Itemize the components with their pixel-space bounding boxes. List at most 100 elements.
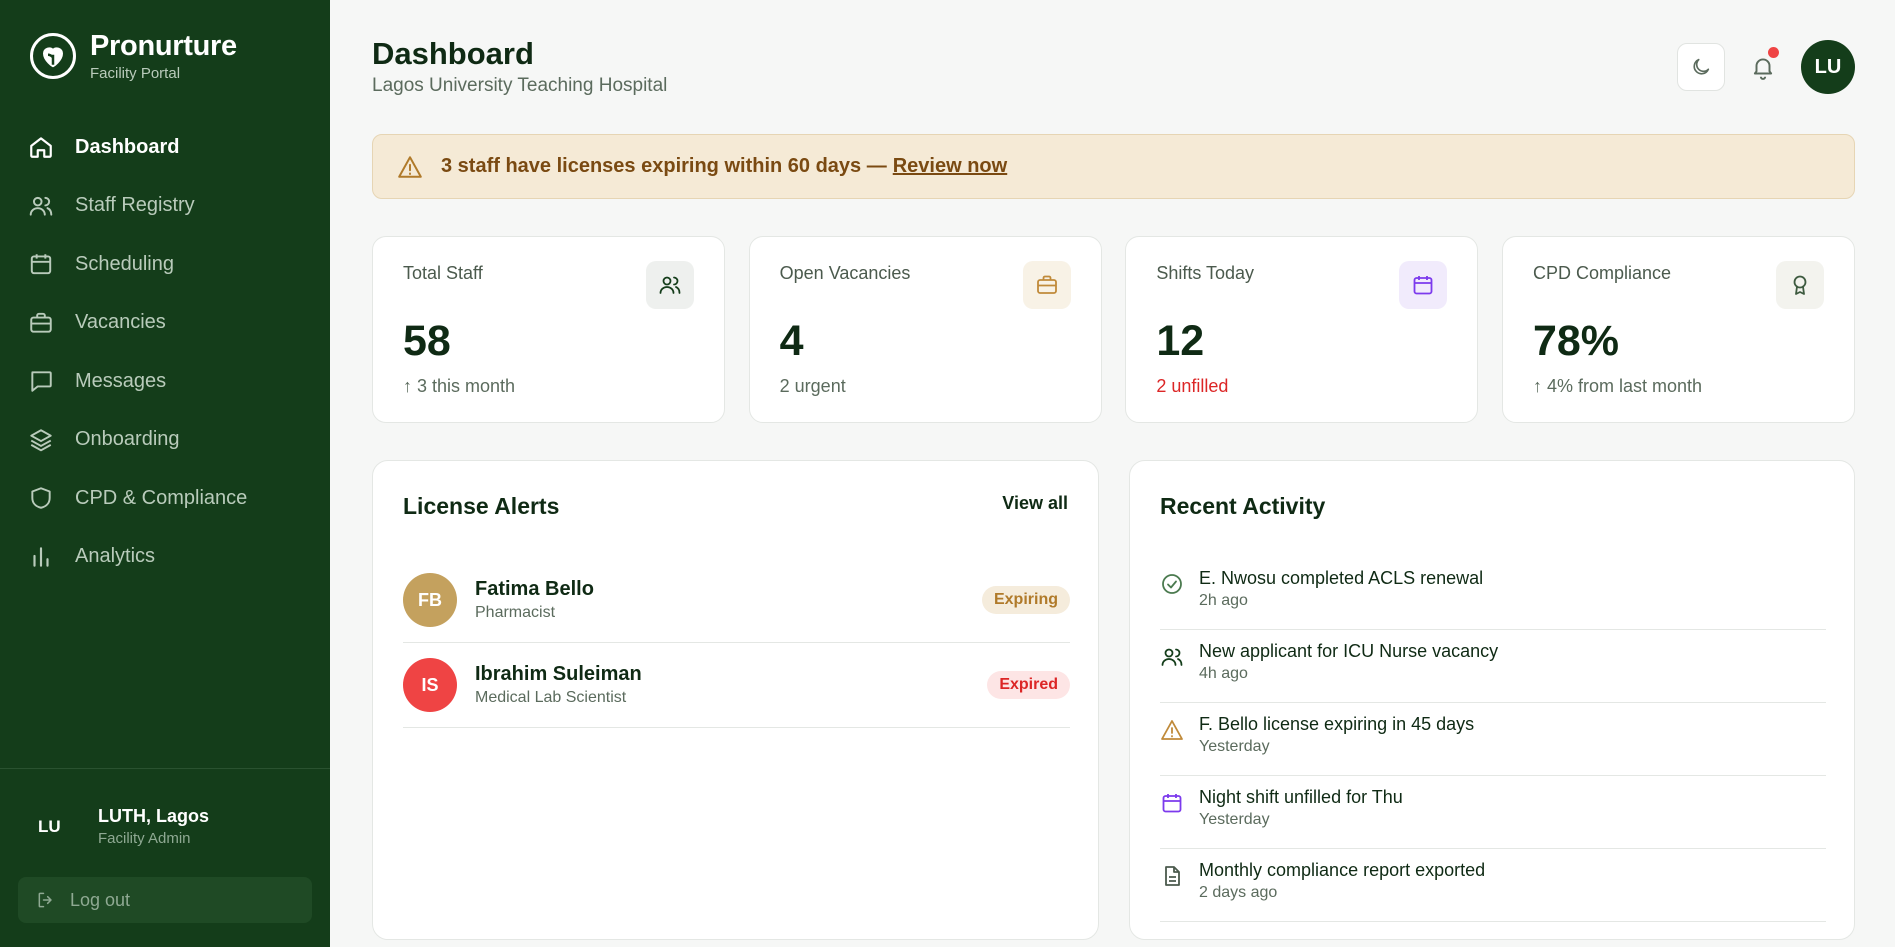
avatar[interactable]: LU bbox=[1801, 40, 1855, 94]
sidebar-item-label: Messages bbox=[75, 369, 167, 392]
user-role: Facility Admin bbox=[98, 830, 191, 847]
view-all-link[interactable]: View all bbox=[1002, 493, 1068, 514]
staff-role: Medical Lab Scientist bbox=[475, 689, 627, 706]
sidebar-item-scheduling[interactable]: Scheduling bbox=[28, 235, 318, 294]
panel-title: License Alerts bbox=[403, 493, 560, 519]
sidebar-item-label: Staff Registry bbox=[75, 194, 195, 217]
stat-value: 58 bbox=[403, 317, 451, 365]
calendar-icon bbox=[1162, 794, 1182, 813]
review-now-link[interactable]: Review now bbox=[893, 155, 1007, 178]
calendar-icon bbox=[30, 254, 52, 275]
stat-card-shifts-today[interactable]: Shifts Today 12 2 unfilled bbox=[1125, 236, 1479, 423]
status-badge: Expired bbox=[987, 671, 1070, 699]
staff-role: Pharmacist bbox=[475, 604, 556, 621]
user-name: LUTH, Lagos bbox=[98, 806, 209, 826]
logout-icon bbox=[38, 892, 52, 908]
activity-text: Night shift unfilled for Thu bbox=[1199, 787, 1403, 807]
staff-name: Fatima Bello bbox=[475, 578, 594, 600]
sidebar-item-label: CPD & Compliance bbox=[75, 486, 248, 509]
activity-text: E. Nwosu completed ACLS renewal bbox=[1199, 568, 1484, 588]
users-icon bbox=[1161, 648, 1183, 666]
shield-icon bbox=[31, 487, 51, 509]
status-badge: Expiring bbox=[981, 586, 1070, 614]
list-item[interactable]: FB Fatima Bello Pharmacist Expiring bbox=[403, 558, 1070, 643]
award-icon bbox=[1775, 261, 1824, 309]
list-item[interactable]: New applicant for ICU Nurse vacancy 4h a… bbox=[1160, 630, 1826, 703]
license-expiry-alert: 3 staff have licenses expiring within 60… bbox=[372, 134, 1855, 199]
logout-label: Log out bbox=[70, 889, 131, 910]
activity-time: 4h ago bbox=[1199, 665, 1248, 682]
sidebar-divider bbox=[0, 768, 330, 769]
notifications-button[interactable] bbox=[1739, 43, 1787, 91]
list-item[interactable]: E. Nwosu completed ACLS renewal 2h ago bbox=[1160, 557, 1826, 630]
sidebar-item-cpd-compliance[interactable]: CPD & Compliance bbox=[28, 469, 318, 528]
page-subtitle: Lagos University Teaching Hospital bbox=[372, 75, 668, 96]
bar-chart-icon bbox=[33, 547, 49, 567]
document-icon bbox=[1165, 866, 1180, 886]
sidebar-item-dashboard[interactable]: Dashboard bbox=[28, 118, 318, 177]
alert-text: 3 staff have licenses expiring within 60… bbox=[441, 155, 887, 177]
stat-card-open-vacancies[interactable]: Open Vacancies 4 2 urgent bbox=[748, 236, 1102, 423]
top-actions: LU bbox=[1677, 40, 1855, 94]
stat-note: 2 unfilled bbox=[1156, 376, 1229, 396]
stat-label: Shifts Today bbox=[1156, 263, 1255, 283]
list-item[interactable]: IS Ibrahim Suleiman Medical Lab Scientis… bbox=[403, 643, 1070, 728]
sidebar-item-analytics[interactable]: Analytics bbox=[28, 528, 318, 587]
stat-note: ↑ 4% from last month bbox=[1532, 376, 1703, 396]
panel-title: Recent Activity bbox=[1160, 493, 1326, 519]
sidebar-item-staff-registry[interactable]: Staff Registry bbox=[28, 177, 318, 236]
page-title: Dashboard bbox=[372, 36, 534, 71]
list-item[interactable]: F. Bello license expiring in 45 days Yes… bbox=[1160, 703, 1826, 776]
check-circle-icon bbox=[1162, 574, 1182, 594]
sidebar: Pronurture Facility Portal Dashboard Sta… bbox=[0, 0, 330, 947]
users-icon bbox=[646, 261, 694, 309]
user-initials: LU bbox=[38, 816, 61, 836]
warning-icon bbox=[1161, 720, 1183, 740]
stat-value: 78% bbox=[1532, 317, 1620, 365]
brand-subtitle: Facility Portal bbox=[90, 65, 181, 82]
stat-note: ↑ 3 this month bbox=[403, 376, 516, 396]
sidebar-item-label: Scheduling bbox=[75, 252, 174, 275]
stat-card-total-staff[interactable]: Total Staff 58 ↑ 3 this month bbox=[372, 236, 725, 423]
license-alerts-panel: License Alerts View all FB Fatima Bello … bbox=[372, 460, 1099, 940]
moon-icon bbox=[1693, 58, 1710, 75]
activity-text: F. Bello license expiring in 45 days bbox=[1199, 714, 1475, 734]
stat-note: 2 urgent bbox=[779, 376, 846, 396]
sidebar-item-label: Analytics bbox=[75, 545, 156, 568]
current-user: LU LUTH, Lagos Facility Admin bbox=[38, 806, 209, 847]
list-item[interactable]: Monthly compliance report exported 2 day… bbox=[1160, 849, 1826, 922]
license-alert-list: FB Fatima Bello Pharmacist Expiring IS I… bbox=[403, 558, 1070, 728]
home-icon bbox=[30, 137, 52, 159]
activity-time: Yesterday bbox=[1199, 811, 1270, 828]
sidebar-item-label: Vacancies bbox=[75, 311, 166, 334]
sidebar-nav: Dashboard Staff Registry Scheduling Vaca… bbox=[28, 118, 318, 586]
stat-label: CPD Compliance bbox=[1532, 263, 1672, 283]
main-content: Dashboard Lagos University Teaching Hosp… bbox=[330, 0, 1895, 947]
stat-label: Open Vacancies bbox=[779, 263, 911, 283]
list-item[interactable]: Night shift unfilled for Thu Yesterday bbox=[1160, 776, 1826, 849]
calendar-icon bbox=[1399, 261, 1448, 309]
briefcase-icon bbox=[30, 312, 52, 333]
briefcase-icon bbox=[1022, 261, 1071, 309]
notification-dot bbox=[1768, 47, 1779, 58]
sidebar-item-vacancies[interactable]: Vacancies bbox=[28, 294, 318, 353]
sidebar-item-label: Onboarding bbox=[75, 428, 180, 451]
heart-leaf-logo-icon bbox=[30, 33, 76, 79]
activity-list: E. Nwosu completed ACLS renewal 2h ago N… bbox=[1160, 557, 1826, 922]
activity-text: Monthly compliance report exported bbox=[1199, 860, 1486, 880]
logout-button[interactable]: Log out bbox=[18, 877, 312, 923]
theme-toggle-button[interactable] bbox=[1677, 43, 1725, 91]
stats-row: Total Staff 58 ↑ 3 this month Open Vacan… bbox=[372, 236, 1855, 423]
activity-time: Yesterday bbox=[1199, 738, 1270, 755]
brand[interactable]: Pronurture Facility Portal bbox=[30, 30, 237, 82]
brand-name: Pronurture bbox=[90, 30, 237, 62]
staff-name: Ibrahim Suleiman bbox=[475, 663, 642, 685]
avatar: FB bbox=[403, 573, 457, 627]
users-icon bbox=[29, 196, 53, 216]
layers-icon bbox=[30, 429, 52, 452]
sidebar-item-messages[interactable]: Messages bbox=[28, 352, 318, 411]
activity-text: New applicant for ICU Nurse vacancy bbox=[1199, 641, 1499, 661]
sidebar-item-onboarding[interactable]: Onboarding bbox=[28, 411, 318, 470]
sidebar-item-label: Dashboard bbox=[75, 135, 180, 158]
stat-card-cpd-compliance[interactable]: CPD Compliance 78% ↑ 4% from last month bbox=[1501, 236, 1855, 423]
